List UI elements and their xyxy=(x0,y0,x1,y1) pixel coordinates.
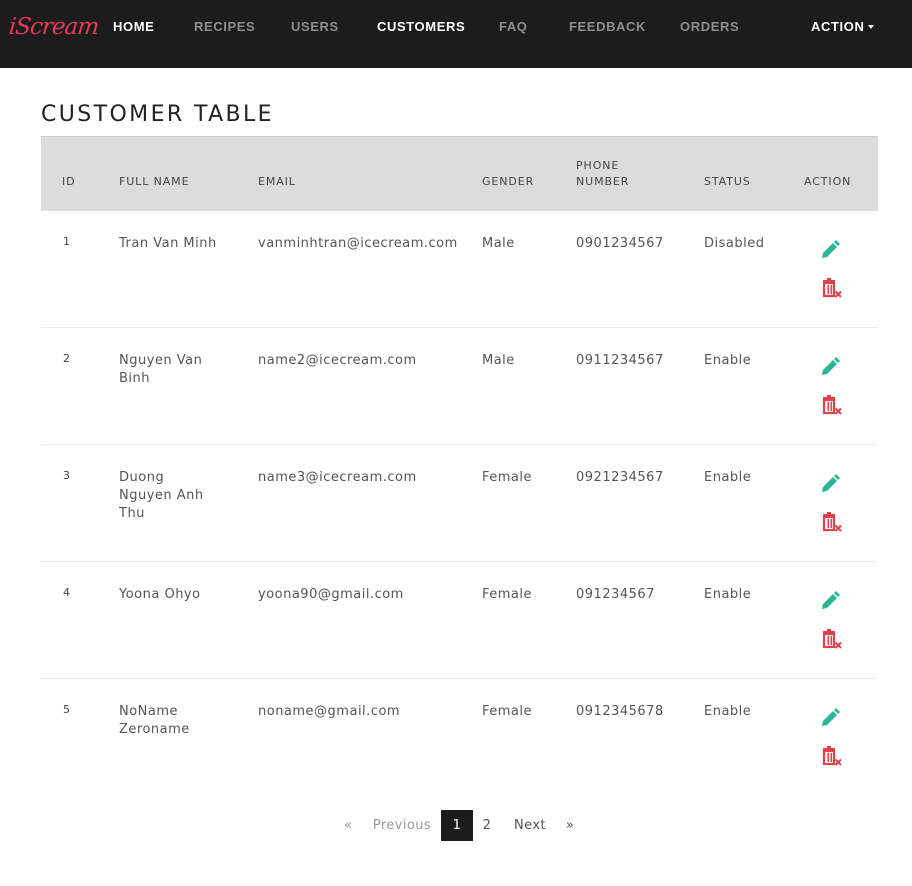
trash-x-icon xyxy=(822,395,842,415)
delete-button[interactable] xyxy=(821,746,843,768)
nav-home[interactable]: HOME xyxy=(113,19,154,35)
table-row: 2 Nguyen Van Binh name2@icecream.com Mal… xyxy=(41,328,878,445)
action-dropdown[interactable]: ACTION xyxy=(811,19,875,35)
cell-id: 4 xyxy=(63,586,71,599)
table-row: 3 Duong Nguyen Anh Thu name3@icecream.co… xyxy=(41,445,878,562)
cell-full-name: NoName Zeroname xyxy=(119,704,190,737)
cell-phone: 0911234567 xyxy=(576,353,664,368)
cell-id: 1 xyxy=(63,235,71,248)
header-gender: GENDER xyxy=(482,175,535,188)
edit-button[interactable] xyxy=(819,707,841,729)
cell-email: noname@gmail.com xyxy=(258,704,401,719)
cell-email: name2@icecream.com xyxy=(258,353,417,368)
pagination-previous[interactable]: Previous xyxy=(370,810,434,841)
delete-button[interactable] xyxy=(821,629,843,651)
top-navbar: iScream HOME RECIPES USERS CUSTOMERS FAQ… xyxy=(0,0,912,68)
cell-phone: 0912345678 xyxy=(576,704,664,719)
header-status: STATUS xyxy=(704,175,751,188)
table-row: 1 Tran Van Minh vanminhtran@icecream.com… xyxy=(41,211,878,328)
nav-orders[interactable]: ORDERS xyxy=(680,19,739,35)
pencil-icon xyxy=(822,591,840,609)
pagination-next[interactable]: Next xyxy=(510,810,550,841)
table-row: 5 NoName Zeroname noname@gmail.com Femal… xyxy=(41,679,878,796)
cell-phone: 091234567 xyxy=(576,587,655,602)
pencil-icon xyxy=(822,474,840,492)
nav-users[interactable]: USERS xyxy=(291,19,339,35)
pencil-icon xyxy=(822,357,840,375)
caret-down-icon xyxy=(868,25,875,29)
cell-status: Enable xyxy=(704,587,752,602)
pagination-page-1[interactable]: 1 xyxy=(441,810,473,841)
table-row: 4 Yoona Ohyo yoona90@gmail.com Female 09… xyxy=(41,562,878,679)
cell-id: 2 xyxy=(63,352,71,365)
cell-status: Enable xyxy=(704,470,752,485)
header-phone-number: PHONE NUMBER xyxy=(576,159,630,188)
cell-phone: 0901234567 xyxy=(576,236,664,251)
edit-button[interactable] xyxy=(819,239,841,261)
nav-faq[interactable]: FAQ xyxy=(499,19,528,35)
cell-gender: Male xyxy=(482,236,515,251)
cell-id: 3 xyxy=(63,469,71,482)
cell-full-name: Nguyen Van Binh xyxy=(119,353,203,386)
table-header: ID FULL NAME EMAIL GENDER PHONE NUMBER S… xyxy=(41,136,878,211)
action-dropdown-label: ACTION xyxy=(811,19,865,34)
page-title: CUSTOMER TABLE xyxy=(41,102,274,127)
delete-button[interactable] xyxy=(821,395,843,417)
header-email: EMAIL xyxy=(258,175,296,188)
cell-email: name3@icecream.com xyxy=(258,470,417,485)
pagination-first[interactable]: « xyxy=(340,810,356,841)
cell-phone: 0921234567 xyxy=(576,470,664,485)
cell-full-name: Yoona Ohyo xyxy=(119,587,201,602)
nav-customers[interactable]: CUSTOMERS xyxy=(377,19,465,35)
cell-gender: Male xyxy=(482,353,515,368)
cell-gender: Female xyxy=(482,587,533,602)
edit-button[interactable] xyxy=(819,473,841,495)
cell-full-name: Duong Nguyen Anh Thu xyxy=(119,470,204,521)
edit-button[interactable] xyxy=(819,590,841,612)
cell-id: 5 xyxy=(63,703,71,716)
pagination-last[interactable]: » xyxy=(562,810,578,841)
brand-logo[interactable]: iScream xyxy=(7,12,100,42)
pagination-page-2[interactable]: 2 xyxy=(476,810,498,841)
cell-gender: Female xyxy=(482,470,533,485)
header-action: ACTION xyxy=(804,175,852,188)
cell-status: Disabled xyxy=(704,236,765,251)
cell-gender: Female xyxy=(482,704,533,719)
cell-status: Enable xyxy=(704,704,752,719)
nav-feedback[interactable]: FEEDBACK xyxy=(569,19,646,35)
cell-email: yoona90@gmail.com xyxy=(258,587,404,602)
header-id: ID xyxy=(62,175,76,188)
pencil-icon xyxy=(822,240,840,258)
trash-x-icon xyxy=(822,512,842,532)
pencil-icon xyxy=(822,708,840,726)
cell-full-name: Tran Van Minh xyxy=(119,236,217,251)
cell-status: Enable xyxy=(704,353,752,368)
edit-button[interactable] xyxy=(819,356,841,378)
header-full-name: FULL NAME xyxy=(119,175,190,188)
delete-button[interactable] xyxy=(821,278,843,300)
trash-x-icon xyxy=(822,278,842,298)
trash-x-icon xyxy=(822,746,842,766)
nav-recipes[interactable]: RECIPES xyxy=(194,19,255,35)
cell-email: vanminhtran@icecream.com xyxy=(258,236,458,251)
delete-button[interactable] xyxy=(821,512,843,534)
trash-x-icon xyxy=(822,629,842,649)
